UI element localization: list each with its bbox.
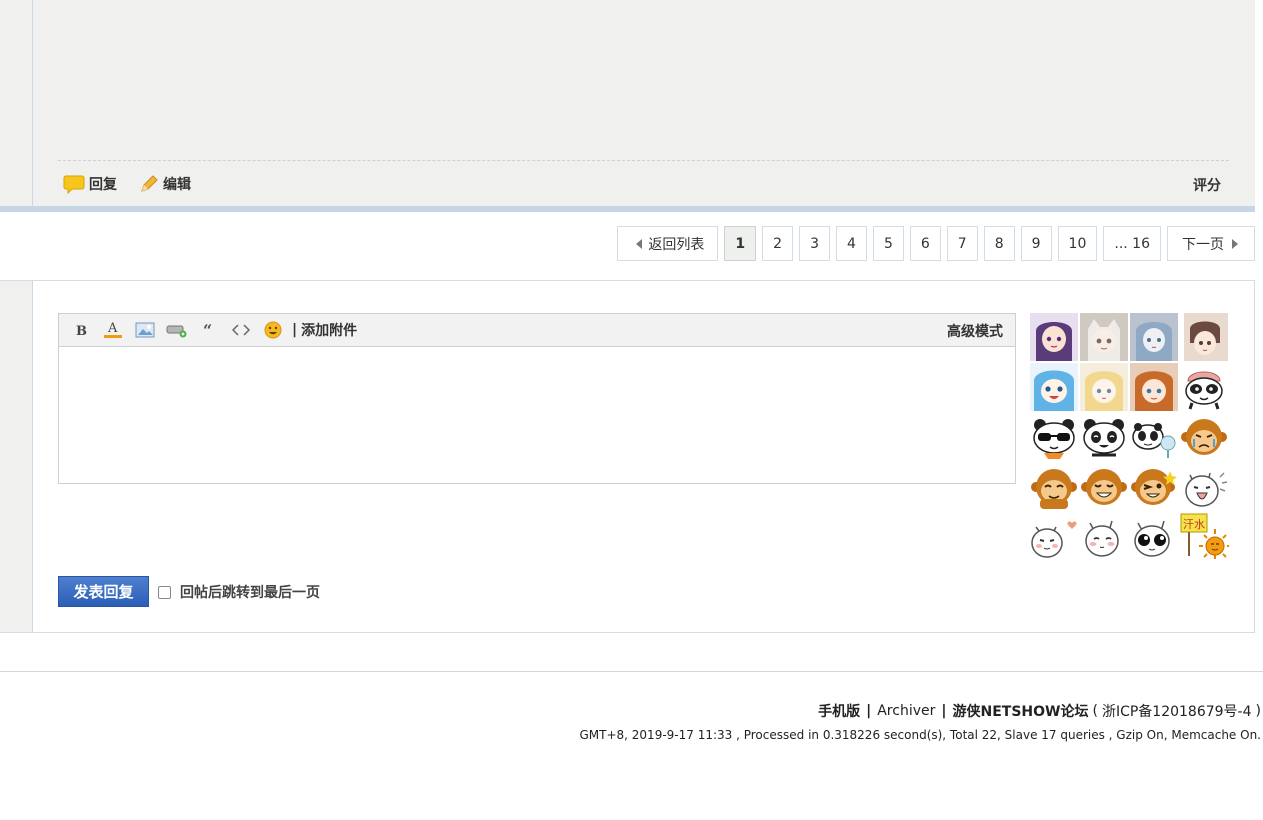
image-icon[interactable] (129, 319, 161, 341)
jump-to-last-page-option: 回帖后跳转到最后一页 (158, 582, 320, 602)
smiley-sun-sweat[interactable]: 汗水 (1179, 512, 1229, 562)
smiley-panda-fan[interactable] (1129, 412, 1179, 462)
post-actions: 回复 编辑 (63, 174, 213, 194)
page-6[interactable]: 6 (909, 226, 941, 261)
mobile-version-link[interactable]: 手机版 (818, 701, 860, 721)
arrow-right-icon (1232, 238, 1238, 249)
page-2[interactable]: 2 (762, 226, 794, 261)
footer-divider (0, 671, 1263, 672)
reply-left-column (0, 281, 33, 632)
edit-label: 编辑 (163, 177, 191, 193)
smiley-monkey-cry[interactable] (1179, 412, 1229, 462)
post-bottom-bar (0, 206, 1255, 212)
svg-text:“: “ (203, 323, 212, 337)
speech-bubble-icon (63, 174, 85, 194)
page-4[interactable]: 4 (836, 226, 867, 261)
back-to-list-label: 返回列表 (648, 236, 705, 253)
jump-to-last-page-checkbox[interactable] (158, 585, 171, 599)
back-to-list-button[interactable]: 返回列表 (617, 226, 719, 261)
icp-close-paren: ) (1255, 703, 1261, 719)
footer-separator: | (941, 703, 947, 719)
icp-link[interactable]: 浙ICP备12018679号-4 (1102, 701, 1252, 721)
smiley-panda-hat[interactable] (1179, 362, 1229, 412)
toolbar-separator: | (292, 322, 298, 338)
forum-name-link[interactable]: 游侠NETSHOW论坛 (953, 701, 1089, 721)
pagination: 返回列表 1 2 3 4 5 6 7 8 9 10 ... 16 下一页 (611, 226, 1255, 261)
post-author-column (0, 0, 33, 208)
smiley-anime-orange-hair[interactable] (1129, 362, 1179, 412)
reply-label: 回复 (89, 177, 117, 193)
next-page-label: 下一页 (1182, 236, 1224, 253)
submit-reply-button[interactable]: 发表回复 (58, 576, 149, 607)
page-1[interactable]: 1 (724, 226, 757, 261)
icp-open-paren: ( (1092, 703, 1098, 719)
advanced-mode-button[interactable]: 高级模式 (947, 321, 1003, 341)
post-divider (58, 160, 1229, 161)
svg-text:B: B (76, 324, 87, 337)
bold-icon[interactable]: B (65, 319, 97, 341)
link-icon[interactable] (161, 319, 193, 341)
smiley-monkey-shy[interactable] (1029, 462, 1079, 512)
smiley-icon[interactable] (257, 319, 289, 341)
pencil-icon (139, 174, 159, 194)
page-8[interactable]: 8 (983, 226, 1015, 261)
quick-reply-panel: B A “ | 添加附件 高级模式 汗水 发表回复 回帖后跳转到最后一页 (0, 280, 1255, 633)
page-3[interactable]: 3 (799, 226, 831, 261)
footer-debug-info: GMT+8, 2019-9-17 11:33 , Processed in 0.… (579, 728, 1261, 742)
smiley-anime-girl-purple[interactable] (1029, 312, 1079, 362)
sweat-sign-text: 汗水 (1183, 518, 1205, 531)
quote-icon[interactable]: “ (193, 319, 225, 341)
page-7[interactable]: 7 (946, 226, 978, 261)
smiley-panda-smile[interactable] (1079, 412, 1129, 462)
smiley-monkey-grin[interactable] (1079, 462, 1129, 512)
smiley-cat-heart[interactable] (1029, 512, 1079, 562)
rate-button[interactable]: 评分 (1193, 175, 1221, 195)
code-icon[interactable] (225, 319, 257, 341)
smilies-grid: 汗水 (1029, 312, 1231, 562)
footer-links: 手机版 | Archiver | 游侠NETSHOW论坛 ( 浙ICP备1201… (818, 701, 1261, 721)
font-color-icon[interactable]: A (97, 319, 129, 341)
next-page-button[interactable]: 下一页 (1167, 226, 1255, 261)
smiley-cat-big-eyes[interactable] (1129, 512, 1179, 562)
add-attachment-button[interactable]: 添加附件 (301, 320, 357, 340)
smiley-cat-blush[interactable] (1079, 512, 1129, 562)
edit-button[interactable]: 编辑 (139, 174, 191, 194)
smiley-anime-brown-hair[interactable] (1179, 312, 1229, 362)
arrow-left-icon (636, 238, 643, 249)
page-last[interactable]: ... 16 (1103, 226, 1161, 261)
page-10[interactable]: 10 (1057, 226, 1098, 261)
smiley-cat-shout[interactable] (1179, 462, 1229, 512)
reply-editor: B A “ | 添加附件 高级模式 (58, 313, 1016, 484)
footer-separator: | (866, 703, 872, 719)
smiley-panda-sunglasses[interactable] (1029, 412, 1079, 462)
smiley-anime-cat-girl[interactable] (1079, 312, 1129, 362)
smiley-anime-blonde[interactable] (1079, 362, 1129, 412)
page-5[interactable]: 5 (872, 226, 904, 261)
smiley-anime-squid-girl[interactable] (1029, 362, 1079, 412)
svg-text:A: A (107, 321, 118, 336)
reply-textarea[interactable] (59, 347, 1015, 483)
smiley-monkey-wink[interactable] (1129, 462, 1179, 512)
page-9[interactable]: 9 (1020, 226, 1052, 261)
reply-button[interactable]: 回复 (63, 174, 117, 194)
smiley-anime-blue-hair[interactable] (1129, 312, 1179, 362)
editor-toolbar: B A “ | 添加附件 高级模式 (59, 314, 1015, 347)
archiver-link[interactable]: Archiver (877, 703, 935, 719)
post-block: 回复 编辑 评分 (0, 0, 1255, 208)
jump-to-last-page-label: 回帖后跳转到最后一页 (180, 585, 320, 601)
